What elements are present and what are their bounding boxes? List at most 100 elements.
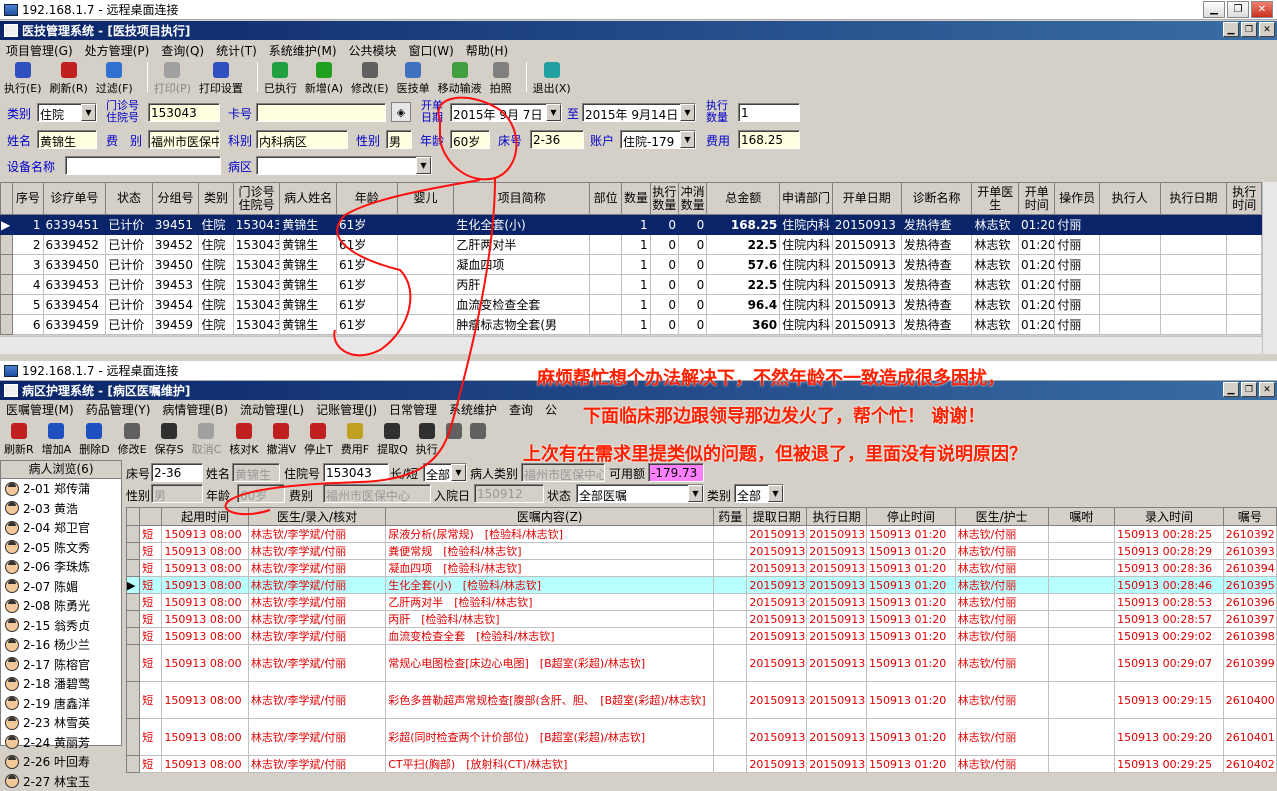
vertical-scrollbar[interactable] xyxy=(1262,182,1277,354)
dept-field[interactable]: 内科病区 xyxy=(256,130,348,149)
chevron-down-icon[interactable]: ▼ xyxy=(546,104,561,121)
menu-item-6[interactable]: 系统维护 xyxy=(449,401,497,418)
patient-list-item[interactable]: 2-23 林雪英 xyxy=(1,713,121,733)
extract-button[interactable]: 提取Q xyxy=(377,423,408,457)
column-header[interactable]: 嘱咐 xyxy=(1048,508,1114,526)
patient-list-item[interactable]: 2-06 李珠炼 xyxy=(1,557,121,577)
device-input[interactable] xyxy=(65,156,221,175)
edit-button[interactable]: 修改E xyxy=(118,423,147,457)
row-indicator[interactable] xyxy=(127,628,140,645)
chevron-down-icon[interactable]: ▼ xyxy=(680,131,695,148)
row-indicator[interactable] xyxy=(127,611,140,628)
column-header[interactable]: 起用时间 xyxy=(162,508,248,526)
column-header[interactable]: 录入时间 xyxy=(1115,508,1224,526)
minimize-icon[interactable]: ▁ xyxy=(1203,1,1225,18)
patient-list-item[interactable]: 2-16 杨少兰 xyxy=(1,635,121,655)
column-header[interactable]: 执行人 xyxy=(1099,183,1160,215)
table-row[interactable]: ▶16339451已计价39451住院153043黄锦生61岁生化全套(小)10… xyxy=(1,215,1262,235)
car-button[interactable]: 执行 xyxy=(416,423,438,457)
column-header[interactable]: 嘱号 xyxy=(1223,508,1276,526)
menu-item-0[interactable]: 医嘱管理(M) xyxy=(6,401,74,418)
minimize-icon[interactable]: ▁ xyxy=(1223,382,1239,397)
column-header[interactable]: 诊疗单号 xyxy=(43,183,106,215)
menu-item-6[interactable]: 窗口(W) xyxy=(409,42,454,59)
column-header[interactable]: 部位 xyxy=(589,183,621,215)
camera-button[interactable]: 拍照 xyxy=(490,62,512,96)
add-button[interactable]: 新增(A) xyxy=(305,62,343,96)
menu-item-5[interactable]: 公共模块 xyxy=(349,42,397,59)
column-header[interactable]: 冲消数量 xyxy=(678,183,706,215)
save-button[interactable]: 保存S xyxy=(155,423,184,457)
column-header[interactable]: 开单时间 xyxy=(1018,183,1054,215)
table-row[interactable]: 短150913 08:00林志钦/李学斌/付丽常规心电图检查[床边心电图] [B… xyxy=(127,645,1277,682)
menu-item-1[interactable]: 药品管理(Y) xyxy=(86,401,151,418)
hammer-button[interactable] xyxy=(446,423,462,441)
table-row[interactable]: 短150913 08:00林志钦/李学斌/付丽彩超(同时检查两个计价部位) [B… xyxy=(127,719,1277,756)
column-header[interactable]: 停止时间 xyxy=(867,508,956,526)
column-header[interactable]: 操作员 xyxy=(1055,183,1100,215)
patient-list-item[interactable]: 2-08 陈勇光 xyxy=(1,596,121,616)
menu-item-7[interactable]: 帮助(H) xyxy=(466,42,508,59)
table-row[interactable]: 短150913 08:00林志钦/李学斌/付丽粪便常规 [检验科/林志钦]201… xyxy=(127,543,1277,560)
column-header[interactable] xyxy=(140,508,162,526)
row-indicator[interactable] xyxy=(1,295,13,315)
minimize-icon[interactable]: ▁ xyxy=(1223,22,1239,37)
add-button[interactable]: 增加A xyxy=(42,423,72,457)
table-row[interactable]: 26339452已计价39452住院153043黄锦生61岁乙肝两对半10022… xyxy=(1,235,1262,255)
column-header[interactable]: 门诊号住院号 xyxy=(233,183,280,215)
status-select[interactable]: 全部医嘱▼ xyxy=(576,484,704,503)
date-to-picker[interactable]: 2015年 9月14日▼ xyxy=(582,103,696,122)
row-indicator[interactable] xyxy=(127,560,140,577)
account-select[interactable]: 住院-179▼ xyxy=(620,130,696,149)
column-header[interactable]: 医生/护士 xyxy=(955,508,1048,526)
column-header[interactable]: 状态 xyxy=(106,183,153,215)
maximize-icon[interactable]: ❐ xyxy=(1227,1,1249,18)
sex-field[interactable]: 男 xyxy=(386,130,412,149)
table-row[interactable]: 短150913 08:00林志钦/李学斌/付丽彩色多普勒超声常规检查[腹部(含肝… xyxy=(127,682,1277,719)
chevron-down-icon[interactable]: ▼ xyxy=(688,485,703,502)
column-header[interactable]: 年龄 xyxy=(336,183,397,215)
clinic-number-input[interactable]: 153043 xyxy=(148,103,220,122)
row-indicator[interactable] xyxy=(1,315,13,335)
table-row[interactable]: 短150913 08:00林志钦/李学斌/付丽CT平扫(胸部) [放射科(CT)… xyxy=(127,756,1277,773)
menu-item-2[interactable]: 病情管理(B) xyxy=(162,401,228,418)
patient-list-item[interactable]: 2-18 潘碧莺 xyxy=(1,674,121,694)
column-header[interactable]: 序号 xyxy=(13,183,43,215)
chevron-down-icon[interactable]: ▼ xyxy=(416,157,431,174)
exit-button[interactable]: 退出(X) xyxy=(533,62,571,96)
category-select[interactable]: 住院▼ xyxy=(37,103,97,122)
row-indicator[interactable] xyxy=(1,255,13,275)
gear-button[interactable]: 执行(E) xyxy=(4,62,42,96)
patient-list-item[interactable]: 2-27 林宝玉 xyxy=(1,772,121,791)
delete-button[interactable]: 删除D xyxy=(79,423,109,457)
refresh-button[interactable]: 刷新(R) xyxy=(50,62,88,96)
menu-item-0[interactable]: 项目管理(G) xyxy=(6,42,73,59)
column-header[interactable]: 类别 xyxy=(199,183,233,215)
patient-list-item[interactable]: 2-03 黄浩 xyxy=(1,499,121,519)
age-field[interactable]: 60岁 xyxy=(450,130,490,149)
column-header[interactable]: 提取日期 xyxy=(747,508,807,526)
column-header[interactable]: 数量 xyxy=(622,183,650,215)
row-indicator[interactable] xyxy=(127,645,140,682)
menu-item-4[interactable]: 记账管理(J) xyxy=(316,401,377,418)
order-category-select[interactable]: 全部▼ xyxy=(734,484,784,503)
table-row[interactable]: 36339450已计价39450住院153043黄锦生61岁凝血四项10057.… xyxy=(1,255,1262,275)
close-icon[interactable]: ✕ xyxy=(1259,22,1275,37)
date-from-picker[interactable]: 2015年 9月 7日▼ xyxy=(450,103,562,122)
print-button[interactable] xyxy=(470,423,486,441)
name-field[interactable]: 黄锦生 xyxy=(37,130,97,149)
column-header[interactable]: 医嘱内容(Z) xyxy=(386,508,714,526)
refresh-button[interactable]: 刷新R xyxy=(4,423,34,457)
column-header[interactable]: 婴儿 xyxy=(397,183,454,215)
column-header[interactable]: 执行数量 xyxy=(650,183,678,215)
table-row[interactable]: 短150913 08:00林志钦/李学斌/付丽乙肝两对半 [检验科/林志钦]20… xyxy=(127,594,1277,611)
row-indicator[interactable] xyxy=(127,756,140,773)
row-indicator[interactable] xyxy=(127,719,140,756)
bed-field[interactable]: 2-36 xyxy=(530,130,584,149)
long-short-select[interactable]: 全部▼ xyxy=(423,463,467,482)
column-header[interactable]: 分组号 xyxy=(152,183,199,215)
cost-field[interactable]: 168.25 xyxy=(738,130,800,149)
column-header[interactable]: 病人姓名 xyxy=(280,183,337,215)
patient-list-item[interactable]: 2-01 郑传蒲 xyxy=(1,479,121,499)
table-row[interactable]: 46339453已计价39453住院153043黄锦生61岁丙肝10022.5住… xyxy=(1,275,1262,295)
